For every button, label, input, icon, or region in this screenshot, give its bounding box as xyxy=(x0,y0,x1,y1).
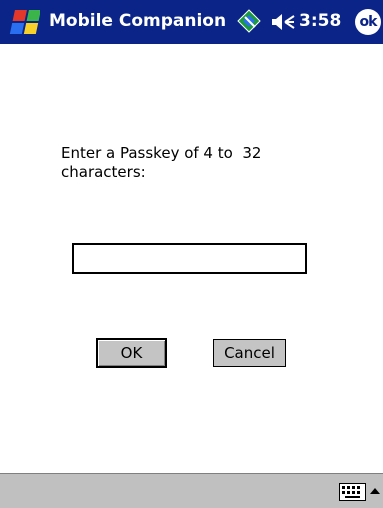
up-arrow-icon[interactable] xyxy=(368,483,382,501)
menu-bar xyxy=(0,473,383,508)
connectivity-icon[interactable] xyxy=(236,8,262,36)
clock[interactable]: 3:58 xyxy=(299,11,341,31)
app-title: Mobile Companion xyxy=(49,11,227,31)
ok-button[interactable]: OK xyxy=(96,338,167,368)
title-bar: Mobile Companion 3:58 ok xyxy=(0,0,383,44)
passkey-input[interactable] xyxy=(72,243,307,274)
keyboard-icon[interactable] xyxy=(339,483,366,501)
speaker-icon[interactable] xyxy=(270,12,296,32)
screen: Mobile Companion 3:58 ok Enter a Passkey… xyxy=(0,0,383,508)
cancel-button[interactable]: Cancel xyxy=(213,339,286,367)
windows-flag-icon[interactable] xyxy=(6,5,41,39)
passkey-prompt: Enter a Passkey of 4 to 32 characters: xyxy=(61,144,262,181)
ok-title-button[interactable]: ok xyxy=(355,9,381,35)
